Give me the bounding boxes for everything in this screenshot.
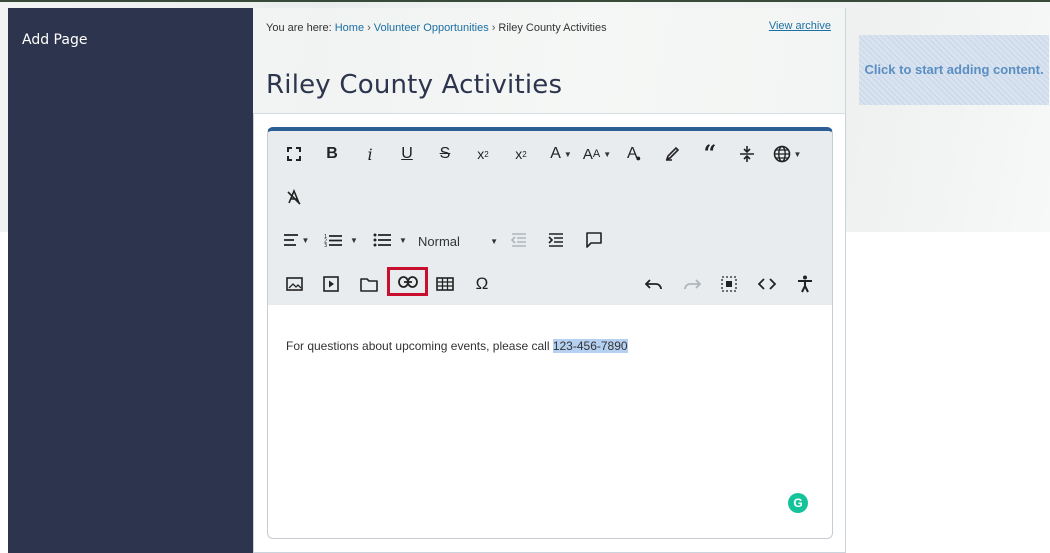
strikethrough-icon[interactable]: S bbox=[433, 141, 457, 167]
sidebar: Add Page bbox=[8, 8, 253, 553]
background-color-icon[interactable]: A ● bbox=[622, 141, 646, 167]
italic-icon[interactable]: i bbox=[358, 141, 382, 167]
indent-icon[interactable] bbox=[544, 227, 568, 253]
image-icon[interactable] bbox=[282, 271, 306, 297]
editor-toolbar: B i U S x2 x2 A ▼ A A ▼ A ● “ ▼ ▼ 1 2 3 … bbox=[268, 131, 832, 305]
paragraph-format-value: Normal bbox=[418, 233, 460, 249]
redo-icon[interactable] bbox=[680, 271, 704, 297]
folder-icon[interactable] bbox=[357, 271, 381, 297]
breadcrumb-current: Riley County Activities bbox=[498, 22, 607, 34]
source-code-icon[interactable] bbox=[755, 271, 779, 297]
top-border bbox=[0, 0, 1050, 2]
clear-formatting-icon[interactable] bbox=[282, 184, 306, 210]
font-color-icon[interactable]: A ▼ bbox=[546, 141, 576, 167]
select-all-icon[interactable] bbox=[717, 271, 741, 297]
editor-content[interactable]: For questions about upcoming events, ple… bbox=[286, 339, 628, 353]
paragraph-format-select[interactable]: Normal ▼ bbox=[418, 228, 498, 254]
svg-text:3: 3 bbox=[324, 243, 327, 247]
fullscreen-icon[interactable] bbox=[282, 141, 306, 167]
page-header: You are here: Home › Volunteer Opportuniti… bbox=[253, 8, 846, 113]
breadcrumb: You are here: Home › Volunteer Opportuniti… bbox=[266, 22, 607, 34]
comment-icon[interactable] bbox=[582, 227, 606, 253]
numbered-list-icon[interactable]: 1 2 3 ▼ bbox=[321, 227, 361, 253]
undo-icon[interactable] bbox=[642, 271, 666, 297]
font-size-icon[interactable]: A A ▼ bbox=[581, 141, 613, 167]
breadcrumb-separator: › bbox=[367, 22, 371, 34]
selected-phone-number[interactable]: 123-456-7890 bbox=[552, 339, 628, 353]
sidebar-add-page[interactable]: Add Page bbox=[22, 32, 87, 48]
page-break-icon[interactable] bbox=[735, 141, 759, 167]
blockquote-icon[interactable]: “ bbox=[698, 141, 722, 167]
highlighter-icon[interactable] bbox=[660, 141, 684, 167]
video-icon[interactable] bbox=[319, 271, 343, 297]
add-content-placeholder[interactable]: Click to start adding content. bbox=[859, 35, 1049, 105]
page-title: Riley County Activities bbox=[266, 70, 563, 100]
table-icon[interactable] bbox=[433, 271, 457, 297]
language-icon[interactable]: ▼ bbox=[770, 141, 804, 167]
align-icon[interactable]: ▼ bbox=[280, 227, 312, 253]
link-icon[interactable] bbox=[387, 267, 428, 296]
breadcrumb-volunteer-link[interactable]: Volunteer Opportunities bbox=[374, 22, 489, 34]
breadcrumb-home-link[interactable]: Home bbox=[335, 22, 364, 34]
breadcrumb-separator: › bbox=[491, 22, 496, 34]
grammarly-icon[interactable]: G bbox=[788, 493, 808, 513]
rich-text-editor: B i U S x2 x2 A ▼ A A ▼ A ● “ ▼ ▼ 1 2 3 … bbox=[267, 127, 833, 539]
view-archive-link[interactable]: View archive bbox=[769, 20, 831, 32]
main-panel: You are here: Home › Volunteer Opportuniti… bbox=[253, 8, 846, 553]
bold-icon[interactable]: B bbox=[320, 141, 344, 167]
editor-text: For questions about upcoming events, ple… bbox=[286, 339, 553, 353]
breadcrumb-prefix: You are here: bbox=[266, 22, 332, 34]
subscript-icon[interactable]: x2 bbox=[470, 141, 496, 167]
accessibility-icon[interactable] bbox=[793, 271, 817, 297]
superscript-icon[interactable]: x2 bbox=[508, 141, 534, 167]
chevron-down-icon: ▼ bbox=[490, 236, 498, 246]
content-area: B i U S x2 x2 A ▼ A A ▼ A ● “ ▼ ▼ 1 2 3 … bbox=[253, 113, 846, 553]
special-character-icon[interactable]: Ω bbox=[470, 271, 494, 297]
outdent-icon[interactable] bbox=[507, 227, 531, 253]
underline-icon[interactable]: U bbox=[395, 141, 419, 167]
bulleted-list-icon[interactable]: ▼ bbox=[370, 227, 410, 253]
